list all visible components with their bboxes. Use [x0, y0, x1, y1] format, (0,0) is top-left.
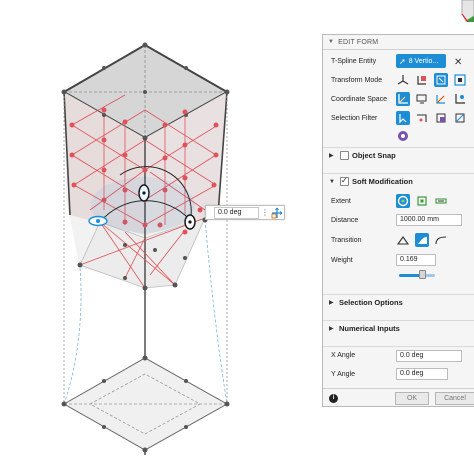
numerical-inputs-section[interactable]: ▶ Numerical Inputs [323, 320, 474, 336]
local-space-icon[interactable] [434, 92, 448, 106]
expand-arrow-icon[interactable]: ▶ [329, 152, 334, 159]
y-angle-row: Y Angle 0.0 deg [323, 365, 474, 383]
x-angle-input[interactable]: 0.0 deg [396, 350, 462, 362]
distance-row: Distance 1000.00 mm [323, 211, 474, 229]
edit-form-panel: ▼ EDIT FORM T-Spline Entity ➚ 8 Vertio..… [322, 34, 474, 407]
extent-row: Extent [323, 192, 474, 210]
distance-input[interactable]: 1000.00 mm [396, 214, 462, 226]
expand-arrow-icon[interactable]: ▶ [329, 299, 334, 306]
object-snap-checkbox[interactable] [340, 151, 349, 160]
edge-filter-icon[interactable] [415, 111, 429, 125]
transition-bulge-icon[interactable] [434, 233, 448, 247]
panel-footer: i OK Cancel [323, 388, 474, 408]
weight-slider[interactable] [399, 274, 435, 277]
clear-selection-icon[interactable]: ✕ [451, 54, 465, 68]
selection-filter-row: Selection Filter [323, 109, 474, 127]
transform-mode-label: Transform Mode [331, 76, 383, 84]
selection-filter-label: Selection Filter [331, 114, 378, 122]
tspline-entity-value: 8 Vertio... [408, 57, 439, 65]
distance-label: Distance [331, 216, 359, 224]
coordinate-space-label: Coordinate Space [331, 95, 388, 103]
object-snap-section[interactable]: ▶ Object Snap [323, 147, 474, 163]
extent-topology-icon[interactable] [415, 194, 429, 208]
menu-dots-icon[interactable]: ⋮ [261, 208, 269, 217]
per-entity-space-icon[interactable] [453, 92, 467, 106]
world-space-icon[interactable] [396, 92, 410, 106]
scale-mode-icon[interactable] [453, 73, 467, 87]
selection-options-section[interactable]: ▶ Selection Options [323, 294, 474, 310]
soft-modification-label: Soft Modification [352, 177, 413, 186]
ok-button[interactable]: OK [395, 392, 429, 405]
rotate-mode-icon[interactable] [434, 73, 448, 87]
transform-mode-row: Transform Mode [323, 71, 474, 89]
object-snap-label: Object Snap [352, 151, 396, 160]
panel-title: EDIT FORM [338, 38, 379, 46]
info-icon[interactable]: i [329, 394, 338, 403]
cancel-button[interactable]: Cancel [435, 392, 474, 405]
transition-label: Transition [331, 236, 362, 244]
numerical-inputs-label: Numerical Inputs [339, 324, 400, 333]
selection-options-label: Selection Options [339, 298, 403, 307]
all-filter-icon[interactable] [396, 129, 410, 143]
face-filter-icon[interactable] [434, 111, 448, 125]
multi-transform-icon[interactable] [396, 73, 410, 87]
panel-header[interactable]: ▼ EDIT FORM [323, 35, 474, 50]
view-space-icon[interactable] [415, 92, 429, 106]
weight-input[interactable]: 0.169 [396, 254, 436, 266]
transition-smooth-icon[interactable] [415, 233, 429, 247]
soft-modification-checkbox[interactable] [340, 176, 349, 186]
weight-slider-thumb[interactable] [419, 270, 426, 279]
transition-linear-icon[interactable] [396, 233, 410, 247]
x-angle-row: X Angle 0.0 deg [323, 346, 474, 364]
extent-edge-icon[interactable] [434, 194, 448, 208]
vertex-filter-icon[interactable] [396, 111, 410, 125]
transition-row: Transition [323, 231, 474, 249]
viewcube[interactable] [444, 0, 474, 22]
angle-input-box[interactable]: 0.0 deg ⋮ [205, 205, 285, 220]
extent-distance-icon[interactable] [396, 194, 410, 208]
translate-mode-icon[interactable] [415, 73, 429, 87]
y-angle-label: Y Angle [331, 370, 356, 378]
extent-label: Extent [331, 197, 351, 205]
coordinate-space-row: Coordinate Space [323, 90, 474, 108]
svg-text:✕: ✕ [454, 57, 462, 68]
y-angle-input[interactable]: 0.0 deg [396, 368, 448, 380]
soft-modification-section[interactable]: ▼ Soft Modification [323, 173, 474, 189]
tspline-entity-selector[interactable]: ➚ 8 Vertio... [396, 54, 446, 68]
tspline-entity-label: T-Spline Entity [331, 57, 377, 65]
weight-row: Weight 0.169 [323, 251, 474, 269]
body-filter-icon[interactable] [453, 111, 467, 125]
cursor-icon: ➚ [399, 56, 406, 66]
expand-arrow-icon[interactable]: ▶ [329, 325, 334, 332]
angle-input[interactable]: 0.0 deg [214, 206, 259, 219]
collapse-arrow-icon[interactable]: ▼ [329, 179, 335, 185]
x-angle-label: X Angle [331, 352, 356, 359]
weight-label: Weight [331, 256, 353, 264]
collapse-arrow-icon[interactable]: ▼ [328, 39, 334, 45]
move-icon[interactable] [271, 207, 283, 219]
tspline-entity-row: T-Spline Entity ➚ 8 Vertio... ✕ [323, 52, 474, 70]
